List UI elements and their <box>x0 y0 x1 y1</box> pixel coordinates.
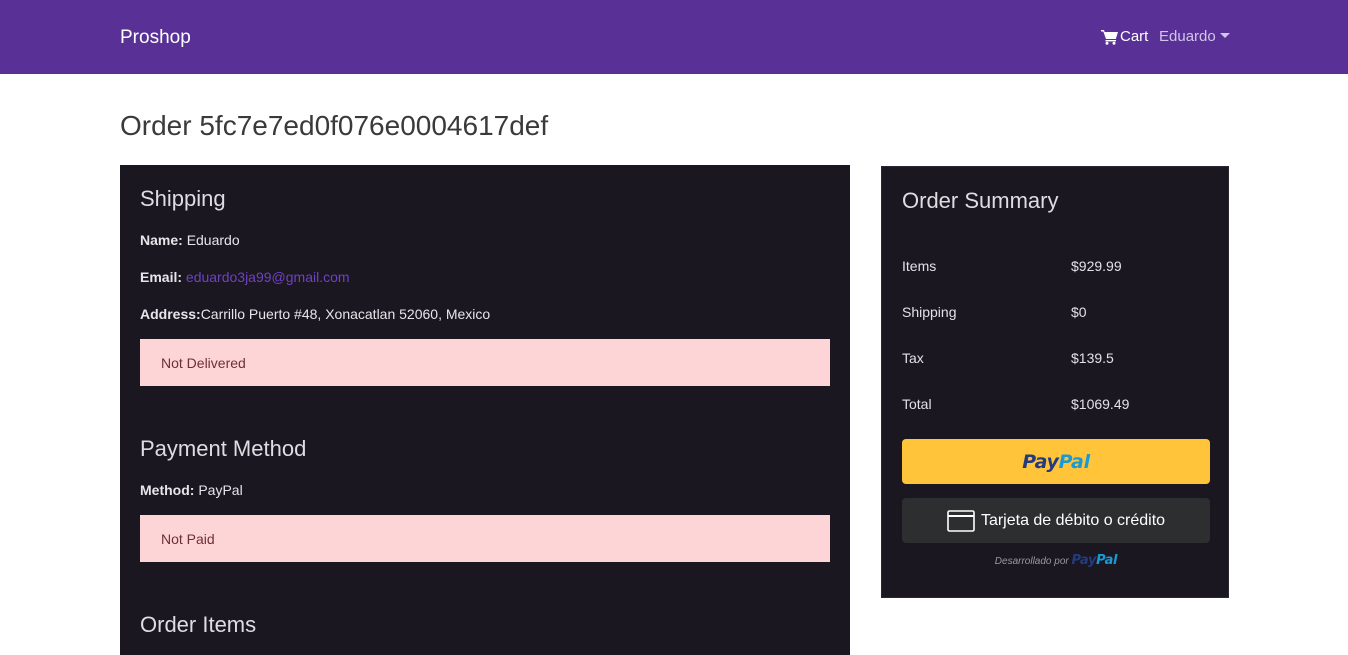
summary-heading: Order Summary <box>902 188 1059 213</box>
card-payment-button[interactable]: Tarjeta de débito o crédito <box>902 498 1210 543</box>
brand-link[interactable]: Proshop <box>120 27 191 49</box>
paypal-logo: PayPal <box>1022 451 1090 473</box>
payment-method: Method: PayPal <box>140 482 243 498</box>
summary-row-total: Total $1069.49 <box>902 396 1210 412</box>
shipping-email: Email: eduardo3ja99@gmail.com <box>140 269 350 285</box>
summary-row-tax: Tax $139.5 <box>902 350 1210 366</box>
method-label: Method: <box>140 482 195 498</box>
summary-label: Total <box>902 396 932 412</box>
email-link[interactable]: eduardo3ja99@gmail.com <box>186 269 350 285</box>
shipping-heading: Shipping <box>140 186 226 211</box>
credit-card-icon <box>947 509 975 532</box>
paypal-logo-pal: Pal <box>1058 450 1090 473</box>
name-label: Name: <box>140 232 183 248</box>
shipping-name: Name: Eduardo <box>140 232 240 248</box>
shipping-address: Address:Carrillo Puerto #48, Xonacatlan … <box>140 306 490 322</box>
email-label: Email: <box>140 269 183 285</box>
address-label: Address: <box>140 306 201 322</box>
paypal-small-logo-pal: Pal <box>1096 553 1118 568</box>
summary-row-shipping: Shipping $0 <box>902 304 1210 320</box>
paypal-button[interactable]: PayPal <box>902 439 1210 484</box>
method-value: PayPal <box>198 482 243 498</box>
order-details-panel: Shipping Name: Eduardo Email: eduardo3ja… <box>120 165 850 655</box>
summary-value: $0 <box>1071 304 1087 320</box>
user-dropdown[interactable]: Eduardo <box>1159 28 1230 45</box>
caret-down-icon <box>1219 33 1230 39</box>
user-name: Eduardo <box>1159 28 1216 45</box>
page-title: Order 5fc7e7ed0f076e0004617def <box>120 110 549 141</box>
paypal-small-logo-pay: Pay <box>1071 553 1097 568</box>
order-summary-panel: Order Summary Items $929.99 Shipping $0 … <box>881 166 1229 598</box>
powered-by-paypal: Desarrollado por PayPal <box>902 553 1210 568</box>
shopping-cart-icon <box>1101 29 1118 45</box>
cart-label: Cart <box>1120 28 1149 45</box>
payment-status-alert: Not Paid <box>140 515 830 562</box>
summary-label: Items <box>902 258 937 274</box>
summary-row-items: Items $929.99 <box>902 258 1210 274</box>
summary-value: $1069.49 <box>1071 396 1130 412</box>
delivery-status-alert: Not Delivered <box>140 339 830 386</box>
payment-heading: Payment Method <box>140 436 307 461</box>
paypal-logo-pay: Pay <box>1022 450 1059 473</box>
paypal-small-logo: PayPal <box>1072 553 1118 568</box>
card-button-label: Tarjeta de débito o crédito <box>980 511 1166 529</box>
address-value: Carrillo Puerto #48, Xonacatlan 52060, M… <box>200 306 491 322</box>
powered-by-label: Desarrollado por <box>994 556 1069 567</box>
name-value: Eduardo <box>186 232 240 248</box>
order-items-heading: Order Items <box>140 612 257 637</box>
summary-label: Tax <box>902 350 924 366</box>
navbar: Proshop Cart Eduardo <box>0 0 1348 74</box>
summary-label: Shipping <box>902 304 957 320</box>
cart-link[interactable]: Cart <box>1101 28 1148 45</box>
summary-value: $139.5 <box>1071 350 1114 366</box>
summary-value: $929.99 <box>1071 258 1122 274</box>
